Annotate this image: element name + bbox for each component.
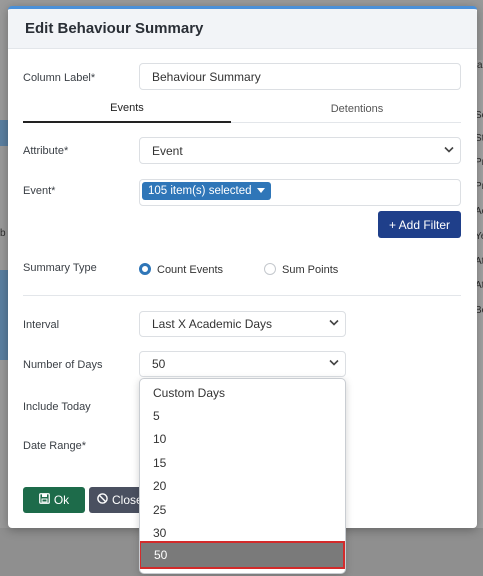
dropdown-option-selected[interactable]: 50 <box>140 541 345 569</box>
dropdown-option-label: 10 <box>153 431 167 446</box>
date-range-label: Date Range* <box>23 440 86 452</box>
number-of-days-label: Number of Days <box>23 359 103 371</box>
column-label-value: Behaviour Summary <box>152 69 261 84</box>
column-label-input[interactable]: Behaviour Summary <box>139 63 461 90</box>
add-filter-button[interactable]: + Add Filter <box>378 211 461 238</box>
dropdown-option[interactable]: 15 <box>140 451 345 474</box>
dropdown-option-label: 5 <box>153 408 160 423</box>
include-today-label: Include Today <box>23 401 91 413</box>
ban-icon <box>97 493 108 507</box>
event-multiselect[interactable]: 105 item(s) selected <box>139 179 461 206</box>
attribute-value: Event <box>152 143 183 158</box>
tab-detentions-label: Detentions <box>330 103 384 115</box>
interval-value: Last X Academic Days <box>152 317 273 331</box>
number-of-days-dropdown: Custom Days 5 10 15 20 25 30 50 <box>139 378 346 574</box>
event-selection-chip[interactable]: 105 item(s) selected <box>142 182 271 200</box>
dropdown-option-label: 20 <box>153 478 167 493</box>
sum-points-radio[interactable] <box>264 263 276 275</box>
ok-label: Ok <box>53 493 70 507</box>
event-chip-label: 105 item(s) selected <box>148 185 252 197</box>
number-of-days-value: 50 <box>152 357 166 371</box>
dropdown-option-label: 15 <box>153 455 167 470</box>
dropdown-option-label: 25 <box>153 502 167 517</box>
dropdown-option-label: Custom Days <box>153 385 226 400</box>
number-of-days-select[interactable]: 50 <box>139 351 346 377</box>
background-accent-strip <box>0 270 8 360</box>
dropdown-option[interactable]: Custom Days <box>140 381 345 404</box>
modal-title: Edit Behaviour Summary <box>25 20 204 37</box>
attribute-label: Attribute* <box>23 145 69 157</box>
interval-label: Interval <box>23 319 60 331</box>
tab-detentions[interactable]: Detentions <box>253 95 461 123</box>
tab-events-label: Events <box>110 102 144 114</box>
chevron-down-icon <box>444 145 454 156</box>
summary-type-label: Summary Type <box>23 262 97 274</box>
tab-events[interactable]: Events <box>23 95 231 123</box>
dropdown-option[interactable]: 20 <box>140 474 345 497</box>
background-accent-strip <box>0 120 8 146</box>
caret-down-icon <box>256 185 265 197</box>
tab-bar: Events Detentions <box>23 95 461 123</box>
chevron-down-icon <box>329 359 339 370</box>
event-label: Event* <box>23 185 56 197</box>
background-text: b <box>0 228 6 239</box>
save-icon <box>38 493 50 507</box>
ok-button[interactable]: Ok <box>23 487 85 513</box>
background-text: a <box>477 60 483 71</box>
sum-points-label: Sum Points <box>282 264 339 276</box>
dropdown-option[interactable]: 25 <box>140 498 345 521</box>
interval-select[interactable]: Last X Academic Days <box>139 311 346 337</box>
dropdown-option-label: 30 <box>153 525 167 540</box>
dropdown-option[interactable]: 10 <box>140 427 345 450</box>
divider <box>23 295 461 296</box>
dropdown-option-label: 50 <box>154 548 168 562</box>
add-filter-label: + Add Filter <box>388 217 451 232</box>
attribute-select[interactable]: Event <box>139 137 461 164</box>
dropdown-option[interactable]: 5 <box>140 404 345 427</box>
modal-header: Edit Behaviour Summary <box>8 9 477 49</box>
column-label-label: Column Label* <box>23 72 96 84</box>
count-events-label: Count Events <box>157 264 224 276</box>
chevron-down-icon <box>329 319 339 330</box>
count-events-radio[interactable] <box>139 263 151 275</box>
